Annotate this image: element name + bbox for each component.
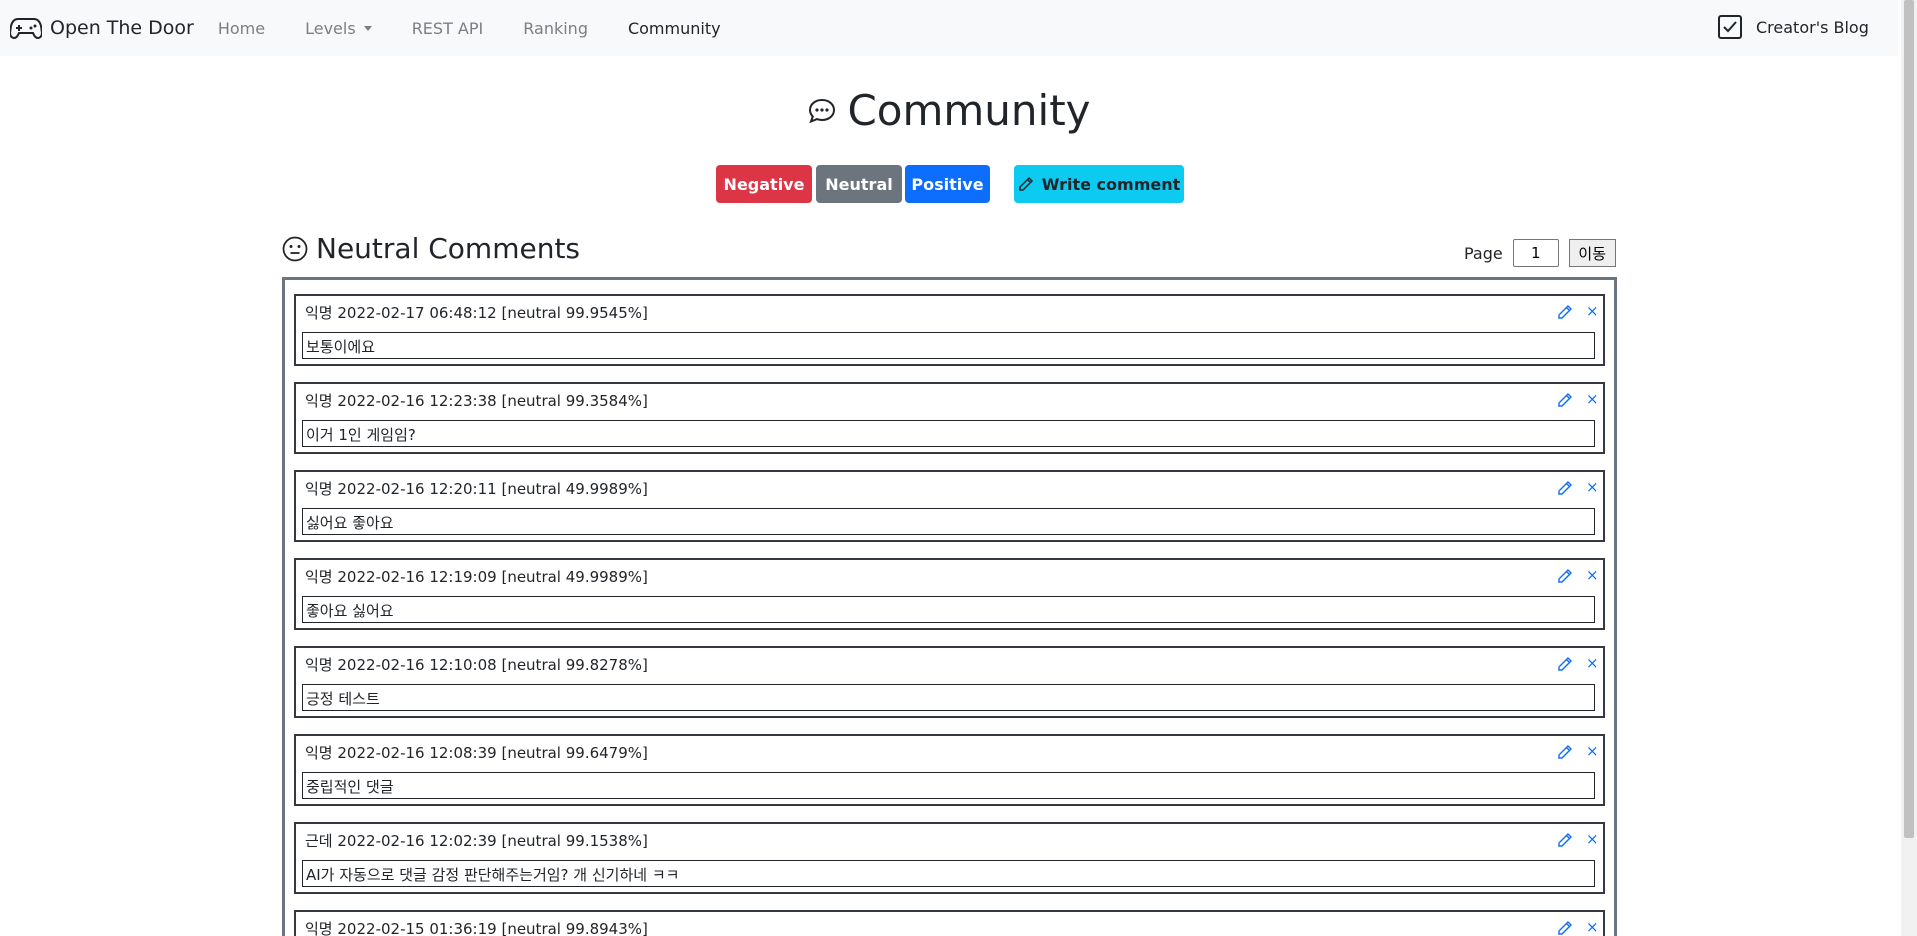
- comment-author: 익명: [305, 920, 333, 936]
- page-title-text: Community: [847, 86, 1091, 135]
- page-scrollbar[interactable]: [1901, 0, 1917, 936]
- pencil-icon[interactable]: [1557, 568, 1573, 584]
- comment-meta: 익명 2022-02-16 12:20:11 [neutral 49.9989%…: [305, 478, 648, 499]
- page-number-input[interactable]: [1512, 239, 1559, 267]
- comment-card: 익명 2022-02-16 12:20:11 [neutral 49.9989%…: [294, 470, 1605, 542]
- scrollbar-thumb[interactable]: [1904, 0, 1914, 838]
- pagination-control: Page 이동: [1464, 239, 1616, 267]
- filter-button-row: Negative Neutral Positive Write comment: [716, 165, 1184, 203]
- comment-text: 긍정 테스트: [302, 684, 1595, 711]
- creators-blog-link[interactable]: Creator's Blog: [1718, 15, 1869, 39]
- close-icon[interactable]: ×: [1586, 302, 1599, 320]
- comment-text: AI가 자동으로 댓글 감정 판단해주는거임? 개 신기하네 ㅋㅋ: [302, 860, 1595, 887]
- comment-card: 익명 2022-02-16 12:23:38 [neutral 99.3584%…: [294, 382, 1605, 454]
- negative-filter-button[interactable]: Negative: [716, 165, 812, 203]
- comment-card: 근데 2022-02-16 12:02:39 [neutral 99.1538%…: [294, 822, 1605, 894]
- comment-text: 보통이에요: [302, 332, 1595, 359]
- blog-link-label: Creator's Blog: [1756, 17, 1869, 37]
- pencil-icon: [1018, 176, 1033, 191]
- nav-community[interactable]: Community: [628, 19, 721, 38]
- comment-card: 익명 2022-02-16 12:08:39 [neutral 99.6479%…: [294, 734, 1605, 806]
- comment-author: 익명: [305, 304, 333, 322]
- section-heading: Neutral Comments: [282, 232, 580, 265]
- pencil-icon[interactable]: [1557, 392, 1573, 408]
- comment-card: 익명 2022-02-17 06:48:12 [neutral 99.9545%…: [294, 294, 1605, 366]
- write-comment-button[interactable]: Write comment: [1014, 165, 1184, 203]
- comment-author: 근데: [305, 832, 333, 850]
- nav-rest-api[interactable]: REST API: [412, 19, 484, 38]
- comment-author: 익명: [305, 744, 333, 762]
- neutral-filter-button[interactable]: Neutral: [816, 165, 902, 203]
- comment-timestamp: 2022-02-16 12:02:39 [neutral 99.1538%]: [337, 832, 648, 850]
- comment-meta: 근데 2022-02-16 12:02:39 [neutral 99.1538%…: [305, 830, 648, 851]
- comment-meta: 익명 2022-02-16 12:19:09 [neutral 49.9989%…: [305, 566, 648, 587]
- comment-meta: 익명 2022-02-17 06:48:12 [neutral 99.9545%…: [305, 302, 648, 323]
- comment-timestamp: 2022-02-17 06:48:12 [neutral 99.9545%]: [337, 304, 648, 322]
- nav-levels-dropdown[interactable]: Levels: [305, 19, 372, 38]
- page-title: Community: [0, 86, 1898, 135]
- comments-list: 익명 2022-02-17 06:48:12 [neutral 99.9545%…: [282, 277, 1617, 936]
- neutral-face-icon: [282, 236, 308, 261]
- comment-author: 익명: [305, 568, 333, 586]
- comment-meta: 익명 2022-02-16 12:08:39 [neutral 99.6479%…: [305, 742, 648, 763]
- comment-card: 익명 2022-02-15 01:36:19 [neutral 99.8943%…: [294, 910, 1605, 936]
- go-page-button[interactable]: 이동: [1568, 239, 1616, 267]
- comment-author: 익명: [305, 656, 333, 674]
- nav-links: Home Levels REST API Ranking Community: [218, 19, 761, 38]
- nav-levels-label: Levels: [305, 18, 356, 38]
- brand-text: Open The Door: [50, 17, 194, 39]
- comment-meta: 익명 2022-02-15 01:36:19 [neutral 99.8943%…: [305, 918, 648, 936]
- caret-down-icon: [363, 25, 372, 31]
- comment-card: 익명 2022-02-16 12:19:09 [neutral 49.9989%…: [294, 558, 1605, 630]
- close-icon[interactable]: ×: [1586, 742, 1599, 760]
- comment-timestamp: 2022-02-16 12:10:08 [neutral 99.8278%]: [337, 656, 648, 674]
- brand-link[interactable]: Open The Door: [10, 16, 194, 40]
- pencil-icon[interactable]: [1557, 656, 1573, 672]
- section-title-text: Neutral Comments: [316, 232, 581, 265]
- comment-author: 익명: [305, 480, 333, 498]
- positive-filter-button[interactable]: Positive: [905, 165, 990, 203]
- comment-timestamp: 2022-02-15 01:36:19 [neutral 99.8943%]: [337, 920, 648, 936]
- chat-bubble-icon: [809, 98, 836, 123]
- nav-ranking[interactable]: Ranking: [523, 19, 588, 38]
- close-icon[interactable]: ×: [1586, 478, 1599, 496]
- close-icon[interactable]: ×: [1586, 654, 1599, 672]
- pencil-icon[interactable]: [1557, 832, 1573, 848]
- gamepad-icon: [10, 18, 42, 40]
- check-square-icon: [1718, 15, 1742, 39]
- comment-meta: 익명 2022-02-16 12:10:08 [neutral 99.8278%…: [305, 654, 648, 675]
- page-label: Page: [1464, 243, 1503, 263]
- close-icon[interactable]: ×: [1586, 390, 1599, 408]
- pencil-icon[interactable]: [1557, 744, 1573, 760]
- write-comment-label: Write comment: [1041, 174, 1181, 194]
- comment-timestamp: 2022-02-16 12:08:39 [neutral 99.6479%]: [337, 744, 648, 762]
- comment-meta: 익명 2022-02-16 12:23:38 [neutral 99.3584%…: [305, 390, 648, 411]
- close-icon[interactable]: ×: [1586, 566, 1599, 584]
- pencil-icon[interactable]: [1557, 304, 1573, 320]
- pencil-icon[interactable]: [1557, 920, 1573, 936]
- comment-text: 좋아요 싫어요: [302, 596, 1595, 623]
- pencil-icon[interactable]: [1557, 480, 1573, 496]
- nav-home[interactable]: Home: [218, 19, 265, 38]
- comment-author: 익명: [305, 392, 333, 410]
- top-navbar: Open The Door Home Levels REST API Ranki…: [0, 0, 1898, 56]
- comment-card: 익명 2022-02-16 12:10:08 [neutral 99.8278%…: [294, 646, 1605, 718]
- close-icon[interactable]: ×: [1586, 830, 1599, 848]
- comment-timestamp: 2022-02-16 12:23:38 [neutral 99.3584%]: [337, 392, 648, 410]
- comment-timestamp: 2022-02-16 12:19:09 [neutral 49.9989%]: [337, 568, 648, 586]
- close-icon[interactable]: ×: [1586, 918, 1599, 936]
- comment-text: 중립적인 댓글: [302, 772, 1595, 799]
- comment-text: 이거 1인 게임임?: [302, 420, 1595, 447]
- comment-timestamp: 2022-02-16 12:20:11 [neutral 49.9989%]: [337, 480, 648, 498]
- comment-text: 싫어요 좋아요: [302, 508, 1595, 535]
